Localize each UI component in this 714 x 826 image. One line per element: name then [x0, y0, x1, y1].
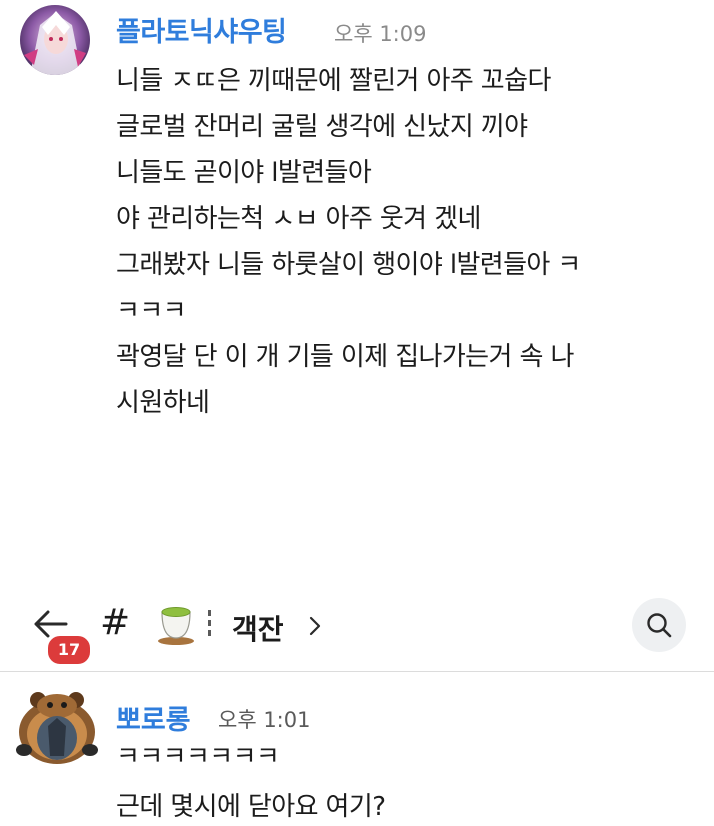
- channel-separator: [208, 610, 215, 636]
- message-line: 그래봤자 니들 하룻살이 행이야 l발련들아 ㅋ: [116, 250, 581, 280]
- message-line: 시원하네: [116, 388, 210, 418]
- message-line: ㅋㅋㅋ: [116, 296, 187, 326]
- chevron-right-icon[interactable]: [306, 614, 324, 638]
- channel-hash-icon: #: [100, 602, 131, 643]
- message-body: 니들 ㅈㄸ은 끼때문에 짤린거 아주 꼬숩다 글로벌 잔머리 굴릴 생각에 신났…: [116, 58, 706, 426]
- message-line: 야 관리하는척 ㅅㅂ 아주 웃겨 겠네: [116, 204, 481, 234]
- message-body: ㅋㅋㅋㅋㅋㅋㅋ 근데 몇시에 닫아요 여기?: [116, 732, 706, 826]
- avatar[interactable]: [16, 686, 98, 768]
- unread-badge: 17: [46, 634, 92, 666]
- divider: [0, 671, 714, 672]
- chat-screen: 플라토닉샤우팅 오후 1:09 니들 ㅈㄸ은 끼때문에 짤린거 아주 꼬숩다 글…: [0, 0, 714, 826]
- search-button[interactable]: [632, 598, 686, 652]
- channel-header: 17 # 객잔: [0, 588, 714, 670]
- message-line: 니들도 곧이야 l발련들아: [116, 158, 372, 188]
- message-timestamp: 오후 1:01: [218, 708, 311, 732]
- avatar[interactable]: [20, 5, 90, 75]
- sender-name[interactable]: 플라토닉샤우팅: [116, 10, 287, 49]
- message-line: 니들 ㅈㄸ은 끼때문에 짤린거 아주 꼬숩다: [116, 66, 551, 96]
- message-timestamp: 오후 1:09: [334, 22, 427, 46]
- channel-name[interactable]: 객잔: [232, 608, 284, 648]
- green-tea-cup-icon: [156, 604, 196, 646]
- message-line: ㅋㅋㅋㅋㅋㅋㅋ: [116, 742, 280, 772]
- message-line: 근데 몇시에 닫아요 여기?: [116, 792, 386, 822]
- search-icon: [647, 613, 672, 638]
- message-line: 곽영달 단 이 개 기들 이제 집나가는거 속 나: [116, 342, 574, 372]
- message-line: 글로벌 잔머리 굴릴 생각에 신났지 끼야: [116, 112, 528, 142]
